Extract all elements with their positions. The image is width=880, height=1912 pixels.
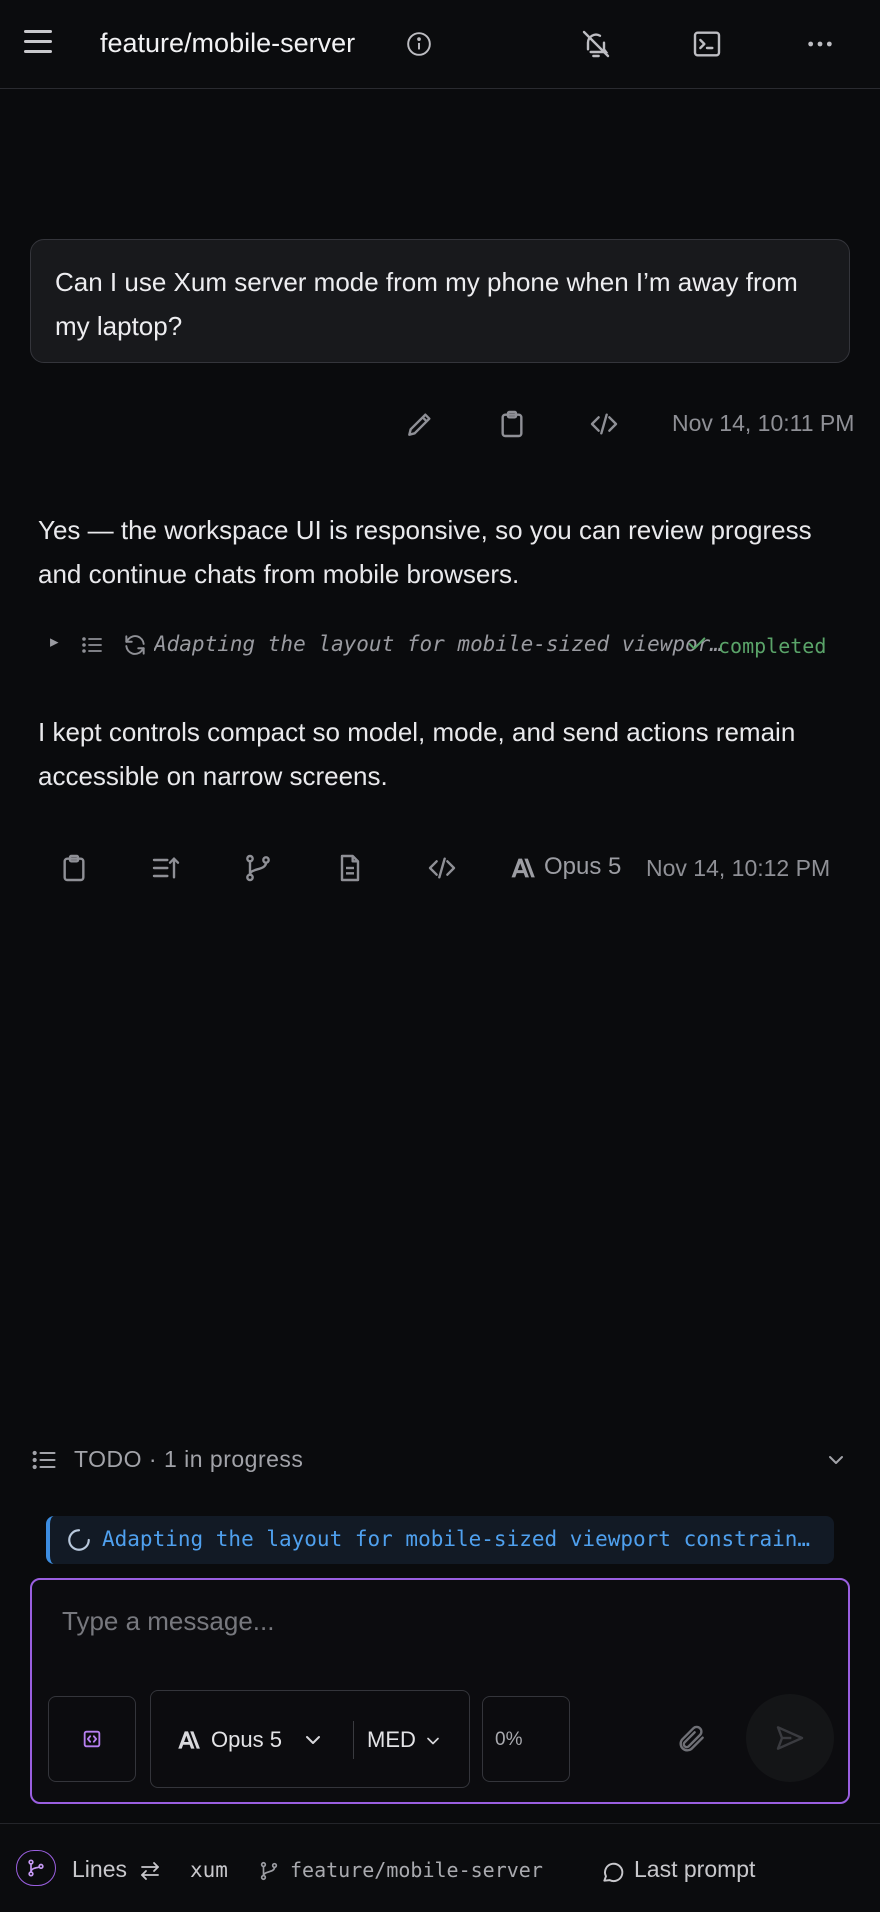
user-message-text: Can I use Xum server mode from my phone … <box>55 267 798 341</box>
message-composer: Opus 5 MED 0% <box>30 1578 850 1804</box>
git-branch-icon <box>260 1861 278 1881</box>
tool-call-row[interactable]: ▸ Adapting the layout for mobile-sized v… <box>50 627 830 663</box>
tool-call-text: Adapting the layout for mobile-sized vie… <box>154 632 724 656</box>
model-selector[interactable]: Opus 5 MED <box>150 1690 470 1788</box>
effort-selector-label[interactable]: MED <box>367 1727 416 1753</box>
workspace-badge[interactable] <box>16 1850 56 1886</box>
send-button[interactable] <box>746 1694 834 1782</box>
message-input[interactable] <box>62 1606 802 1637</box>
context-usage-value: 0% <box>495 1729 523 1750</box>
context-usage-indicator[interactable]: 0% <box>482 1696 570 1782</box>
last-prompt-button[interactable]: Last prompt <box>634 1856 755 1883</box>
git-branch-icon[interactable] <box>242 852 274 884</box>
selector-divider <box>353 1721 354 1759</box>
refresh-icon <box>125 635 145 655</box>
anthropic-logo-icon <box>511 858 535 878</box>
bell-off-icon[interactable] <box>580 28 612 60</box>
tool-call-status: completed <box>718 634 827 658</box>
git-fork-icon <box>28 1859 44 1877</box>
todo-header[interactable]: TODO · 1 in progress <box>30 1442 850 1478</box>
assistant-message-timestamp: Nov 14, 10:12 PM <box>646 855 831 881</box>
code-icon[interactable] <box>588 408 620 440</box>
terminal-icon[interactable] <box>691 28 723 60</box>
chevron-down-icon <box>306 1736 320 1744</box>
document-icon[interactable] <box>334 852 366 884</box>
menu-icon[interactable] <box>24 30 52 56</box>
top-bar: feature/mobile-server <box>0 0 880 89</box>
chevron-down-icon[interactable] <box>824 1448 848 1472</box>
expand-toggle[interactable]: ▸ <box>50 632 59 652</box>
text-wrap-icon[interactable] <box>150 852 182 884</box>
send-icon <box>776 1726 804 1750</box>
list-icon <box>82 637 102 653</box>
copy-icon[interactable] <box>58 852 90 884</box>
swap-icon[interactable] <box>138 1859 162 1883</box>
todo-item-in-progress[interactable]: Adapting the layout for mobile-sized vie… <box>46 1516 834 1564</box>
assistant-paragraph: Yes — the workspace UI is responsive, so… <box>38 515 812 589</box>
list-icon <box>32 1450 56 1470</box>
branch-title: feature/mobile-server <box>100 28 356 58</box>
info-icon[interactable] <box>406 31 432 57</box>
todo-summary: TODO · 1 in progress <box>74 1446 304 1472</box>
assistant-paragraph: I kept controls compact so model, mode, … <box>38 717 796 791</box>
mode-toggle-button[interactable] <box>48 1696 136 1782</box>
chevron-down-icon[interactable] <box>423 1731 443 1751</box>
message-circle-icon <box>603 1862 624 1883</box>
spinner-icon <box>68 1529 90 1551</box>
response-model-label: Opus 5 <box>544 853 622 880</box>
user-message-timestamp: Nov 14, 10:11 PM <box>672 410 855 436</box>
code-square-icon <box>83 1730 101 1748</box>
code-icon[interactable] <box>426 852 458 884</box>
model-selector-label: Opus 5 <box>211 1727 282 1752</box>
edit-icon[interactable] <box>404 408 436 440</box>
status-bar: Lines xum feature/mobile-server Last pro… <box>0 1823 880 1912</box>
user-message-bubble: Can I use Xum server mode from my phone … <box>30 239 850 363</box>
anthropic-logo-icon <box>178 1731 200 1749</box>
workspace-name[interactable]: xum <box>190 1858 228 1882</box>
lines-toggle[interactable]: Lines <box>72 1856 127 1883</box>
todo-item-text: Adapting the layout for mobile-sized vie… <box>102 1527 814 1551</box>
check-icon <box>688 637 706 650</box>
copy-icon[interactable] <box>496 408 528 440</box>
more-icon[interactable] <box>804 28 836 60</box>
paperclip-icon[interactable] <box>676 1723 708 1755</box>
footer-branch-name[interactable]: feature/mobile-server <box>290 1858 543 1882</box>
